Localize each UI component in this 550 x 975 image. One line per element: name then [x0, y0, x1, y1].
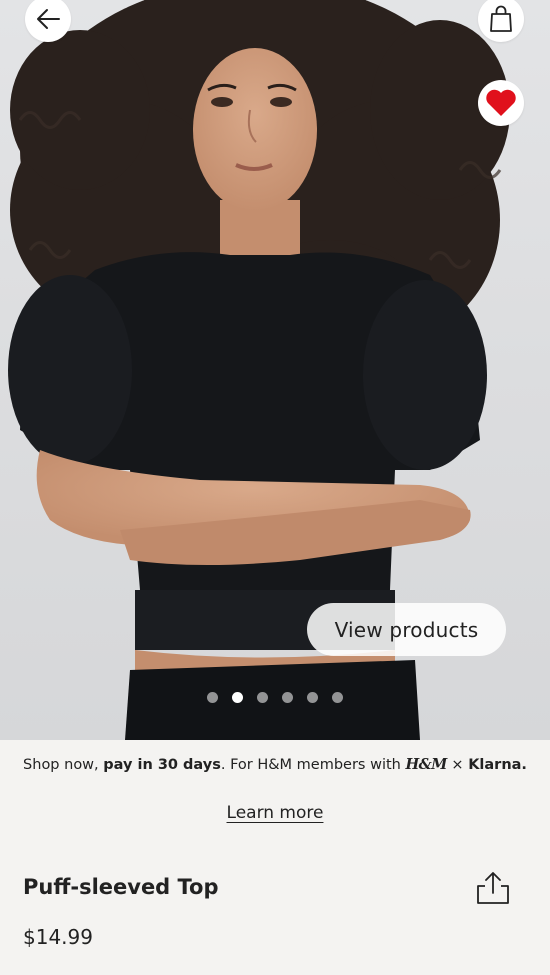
- learn-more-link[interactable]: Learn more: [227, 803, 324, 823]
- product-price: $14.99: [23, 925, 93, 949]
- product-image-carousel[interactable]: View products: [0, 0, 550, 740]
- favorite-button[interactable]: [478, 80, 524, 126]
- heart-icon: [486, 89, 516, 116]
- banner-text-bold: pay in 30 days: [103, 757, 221, 773]
- banner-text-mid: . For H&M members with: [220, 757, 406, 773]
- banner-text-start: Shop now,: [23, 757, 104, 773]
- klarna-logo: Klarna.: [468, 757, 527, 773]
- carousel-pagination: [207, 692, 343, 703]
- hm-logo: H&M: [405, 756, 447, 773]
- carousel-dot[interactable]: [207, 692, 218, 703]
- learn-more-row: Learn more: [0, 803, 550, 823]
- carousel-dot[interactable]: [257, 692, 268, 703]
- banner-separator: ×: [446, 757, 469, 773]
- carousel-dot[interactable]: [332, 692, 343, 703]
- view-products-button[interactable]: View products: [307, 603, 506, 656]
- carousel-dot[interactable]: [307, 692, 318, 703]
- product-title: Puff-sleeved Top: [23, 875, 219, 899]
- shopping-bag-icon: [490, 5, 512, 32]
- arrow-left-icon: [37, 9, 60, 29]
- share-icon: [477, 872, 509, 904]
- carousel-dot-active[interactable]: [232, 692, 243, 703]
- share-button[interactable]: [474, 869, 512, 907]
- carousel-dot[interactable]: [282, 692, 293, 703]
- payment-banner: Shop now, pay in 30 days. For H&M member…: [0, 756, 550, 773]
- view-products-label: View products: [334, 617, 479, 642]
